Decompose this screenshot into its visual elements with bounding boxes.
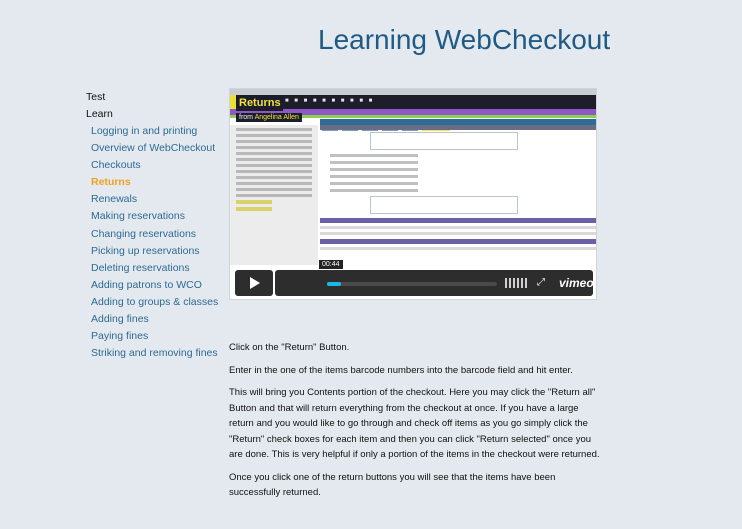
- video-control-bar: 00:44 ⤢ vimeo: [275, 260, 594, 296]
- sidebar-item-adding-groups[interactable]: Adding to groups & classes: [91, 294, 221, 311]
- sidebar-item-logging-in[interactable]: Logging in and printing: [91, 123, 221, 140]
- video-byline[interactable]: from Angelina Allen: [236, 113, 302, 122]
- sidebar-item-returns[interactable]: Returns: [91, 174, 221, 191]
- sidebar-item-making-reservations[interactable]: Making reservations: [91, 208, 221, 225]
- sidebar-item-test[interactable]: Test: [86, 89, 221, 106]
- video-time: 00:44: [319, 260, 343, 269]
- content-paragraph: Enter in the one of the items barcode nu…: [229, 364, 573, 376]
- video-toolbar-icons: ■ ■ ■ ■ ■ ■ ■ ■ ■ ■: [285, 98, 375, 104]
- sidebar-nav: Test Learn Logging in and printing Overv…: [86, 89, 221, 362]
- content-paragraph: Once you click one of the return buttons…: [229, 471, 556, 499]
- sidebar-item-striking-fines[interactable]: Striking and removing fines: [91, 345, 221, 362]
- play-button[interactable]: [235, 270, 273, 296]
- video-player[interactable]: ■ ■ ■ ■ ■ ■ ■ ■ ■ ■ Returns from Angelin…: [229, 88, 597, 300]
- video-controls: 00:44 ⤢ vimeo: [235, 260, 594, 296]
- sidebar-item-paying-fines[interactable]: Paying fines: [91, 328, 221, 345]
- video-app-mainpanel: [320, 125, 596, 265]
- page-title: Learning WebCheckout: [318, 24, 611, 55]
- video-progress-fill: [327, 282, 341, 286]
- volume-icon[interactable]: [505, 278, 527, 288]
- video-progress-track[interactable]: [327, 282, 497, 286]
- content-paragraph: Click on the "Return" Button.: [229, 342, 350, 353]
- sidebar-sublist: Logging in and printing Overview of WebC…: [86, 123, 221, 362]
- sidebar-item-adding-patrons[interactable]: Adding patrons to WCO: [91, 277, 221, 294]
- sidebar-item-picking-up-reservations[interactable]: Picking up reservations: [91, 243, 221, 260]
- vimeo-logo[interactable]: vimeo: [559, 276, 594, 290]
- main-content: Click on the "Return" Button. Enter in t…: [229, 340, 601, 508]
- sidebar-item-learn[interactable]: Learn: [86, 106, 221, 123]
- fullscreen-icon[interactable]: ⤢: [537, 277, 545, 288]
- sidebar-item-overview[interactable]: Overview of WebCheckout: [91, 140, 221, 157]
- video-app-sidepanel: [230, 125, 318, 265]
- sidebar-item-changing-reservations[interactable]: Changing reservations: [91, 226, 221, 243]
- video-byline-prefix: from: [239, 114, 253, 121]
- sidebar-item-renewals[interactable]: Renewals: [91, 191, 221, 208]
- sidebar-item-checkouts[interactable]: Checkouts: [91, 157, 221, 174]
- sidebar-item-deleting-reservations[interactable]: Deleting reservations: [91, 260, 221, 277]
- content-paragraph: This will bring you Contents portion of …: [229, 387, 600, 460]
- video-screen-title: Returns: [236, 95, 283, 111]
- video-byline-author[interactable]: Angelina Allen: [255, 114, 299, 121]
- sidebar-item-adding-fines[interactable]: Adding fines: [91, 311, 221, 328]
